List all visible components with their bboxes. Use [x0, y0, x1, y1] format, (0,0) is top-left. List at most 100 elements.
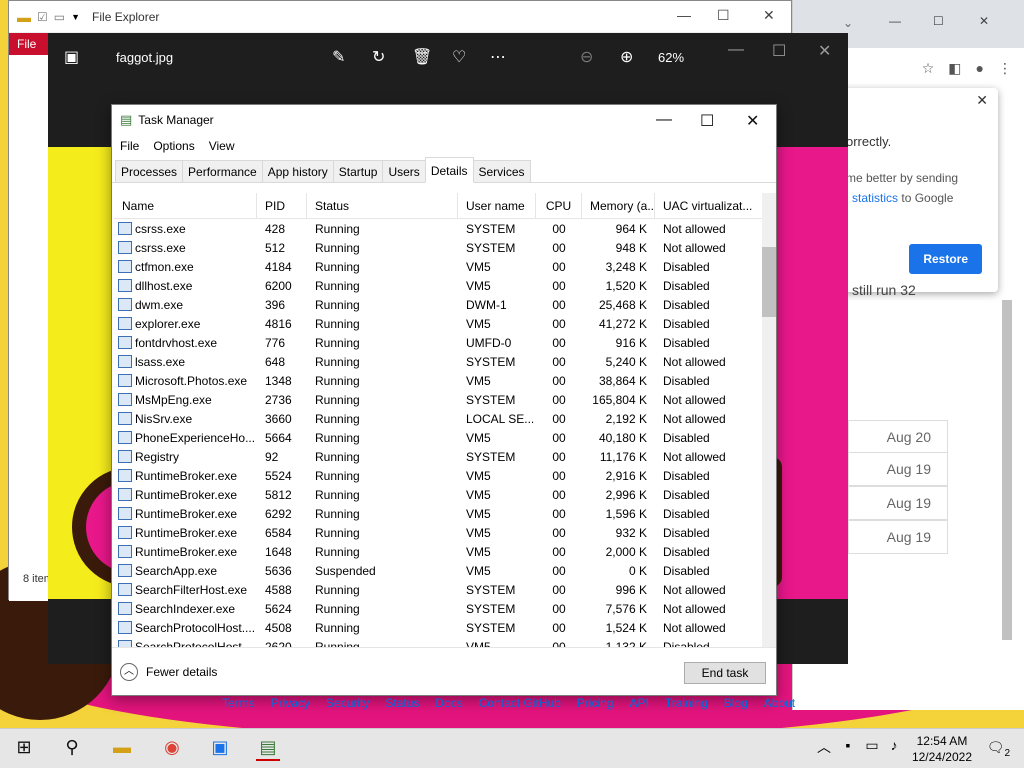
- table-row[interactable]: NisSrv.exe 3660 Running LOCAL SE... 00 2,192 …: [114, 409, 762, 428]
- menu-view[interactable]: View: [209, 139, 235, 153]
- more-icon[interactable]: ⋯: [490, 47, 506, 67]
- rotate-icon[interactable]: ↻: [372, 47, 385, 67]
- tab-startup[interactable]: Startup: [332, 160, 384, 182]
- footer-link[interactable]: Contact GitHub: [479, 696, 561, 710]
- bookmark-star-icon[interactable]: ☆: [922, 60, 935, 77]
- footer-link[interactable]: About: [764, 696, 795, 710]
- profile-icon[interactable]: ●: [976, 60, 984, 76]
- heart-icon[interactable]: ♡: [452, 47, 466, 67]
- table-row[interactable]: csrss.exe 428 Running SYSTEM 00 964 K Not allo…: [114, 219, 762, 238]
- column-header-uac[interactable]: UAC virtualizat...: [655, 193, 762, 219]
- footer-link[interactable]: Training: [665, 696, 708, 710]
- chevron-up-icon[interactable]: ︿: [120, 662, 138, 681]
- column-header-name[interactable]: Name: [114, 193, 257, 219]
- fewer-details-link[interactable]: Fewer details: [146, 665, 217, 679]
- table-row[interactable]: csrss.exe 512 Running SYSTEM 00 948 K Not allo…: [114, 238, 762, 257]
- zoom-out-icon[interactable]: ⊖: [580, 47, 593, 67]
- navigation-pane[interactable]: [9, 55, 49, 601]
- tab-details[interactable]: Details: [424, 157, 474, 183]
- minimize-button[interactable]: —: [656, 111, 672, 129]
- column-header-user[interactable]: User name: [458, 193, 536, 219]
- table-row[interactable]: lsass.exe 648 Running SYSTEM 00 5,240 K Not al…: [114, 352, 762, 371]
- restore-button[interactable]: Restore: [909, 244, 982, 274]
- maximize-button[interactable]: ☐: [717, 7, 730, 24]
- new-folder-icon[interactable]: ▭: [54, 10, 65, 24]
- task-manager-icon[interactable]: ▤: [256, 737, 280, 761]
- minimize-button[interactable]: —: [677, 7, 691, 23]
- end-task-button[interactable]: End task: [684, 662, 766, 684]
- footer-link[interactable]: Pricing: [577, 696, 614, 710]
- photos-icon[interactable]: ▣: [208, 737, 232, 761]
- minimize-button[interactable]: —: [889, 14, 901, 28]
- file-explorer-icon[interactable]: ▬: [110, 737, 134, 761]
- clock[interactable]: 12:54 AM 12/24/2022: [912, 733, 972, 765]
- zoom-in-icon[interactable]: ⊕: [620, 47, 633, 67]
- chevron-down-icon[interactable]: ▼: [71, 12, 80, 22]
- table-row[interactable]: RuntimeBroker.exe 6292 Running VM5 00 1,596 K…: [114, 504, 762, 523]
- usb-icon[interactable]: ▪: [836, 737, 860, 761]
- network-icon[interactable]: ▭: [860, 737, 884, 761]
- task-manager-window[interactable]: ▤ Task Manager — ☐ ✕ File Options View P…: [111, 104, 777, 696]
- maximize-button[interactable]: ☐: [700, 111, 714, 131]
- scrollbar-thumb[interactable]: [762, 247, 776, 317]
- table-row[interactable]: Registry 92 Running SYSTEM 00 11,176 K Not all…: [114, 447, 762, 466]
- properties-icon[interactable]: ☑: [37, 10, 48, 24]
- table-row[interactable]: RuntimeBroker.exe 6584 Running VM5 00 932 K Di…: [114, 523, 762, 542]
- gallery-icon[interactable]: ▣: [64, 47, 79, 67]
- search-icon[interactable]: ⚲: [60, 737, 84, 761]
- chrome-icon[interactable]: ◉: [160, 737, 184, 761]
- tab-processes[interactable]: Processes: [115, 160, 184, 182]
- close-button[interactable]: ✕: [979, 14, 989, 28]
- chevron-down-icon[interactable]: ⌄: [843, 16, 853, 30]
- menu-file[interactable]: File: [120, 139, 139, 153]
- table-row[interactable]: SearchIndexer.exe 5624 Running SYSTEM 00 7,57…: [114, 599, 762, 618]
- close-button[interactable]: ✕: [763, 7, 775, 24]
- table-row[interactable]: MsMpEng.exe 2736 Running SYSTEM 00 165,804 K N…: [114, 390, 762, 409]
- column-header-cpu[interactable]: CPU: [536, 193, 582, 219]
- edit-icon[interactable]: ✎: [332, 47, 345, 67]
- scrollbar[interactable]: [1002, 300, 1012, 640]
- table-row[interactable]: RuntimeBroker.exe 5524 Running VM5 00 2,916 K…: [114, 466, 762, 485]
- table-row[interactable]: SearchProtocolHost.... 4508 Running SYSTEM 0…: [114, 618, 762, 637]
- footer-link[interactable]: Privacy: [271, 696, 310, 710]
- menu-options[interactable]: Options: [153, 139, 194, 153]
- footer-link[interactable]: Docs: [435, 696, 462, 710]
- table-row[interactable]: RuntimeBroker.exe 1648 Running VM5 00 2,000 K…: [114, 542, 762, 561]
- table-row[interactable]: SearchApp.exe 5636 Suspended VM5 00 0 K Disabl…: [114, 561, 762, 580]
- statistics-link[interactable]: statistics: [852, 191, 898, 205]
- tab-services[interactable]: Services: [472, 160, 531, 182]
- footer-link[interactable]: Terms: [222, 696, 255, 710]
- minimize-button[interactable]: —: [728, 41, 744, 59]
- footer-link[interactable]: API: [629, 696, 648, 710]
- close-button[interactable]: ✕: [746, 111, 759, 131]
- table-row[interactable]: ctfmon.exe 4184 Running VM5 00 3,248 K Disable…: [114, 257, 762, 276]
- table-row[interactable]: RuntimeBroker.exe 5812 Running VM5 00 2,996 K…: [114, 485, 762, 504]
- table-row[interactable]: dllhost.exe 6200 Running VM5 00 1,520 K Disabl…: [114, 276, 762, 295]
- table-row[interactable]: PhoneExperienceHo... 5664 Running VM5 00 40,1…: [114, 428, 762, 447]
- tab-app-history[interactable]: App history: [261, 160, 334, 182]
- start-windows-icon[interactable]: ⊞: [12, 737, 36, 761]
- tab-users[interactable]: Users: [382, 160, 426, 182]
- footer-link[interactable]: Blog: [724, 696, 748, 710]
- column-header-pid[interactable]: PID: [257, 193, 307, 219]
- close-icon[interactable]: ✕: [976, 92, 988, 109]
- table-row[interactable]: SearchFilterHost.exe 4588 Running SYSTEM 00 9…: [114, 580, 762, 599]
- maximize-button[interactable]: ☐: [933, 14, 944, 28]
- volume-icon[interactable]: ♪: [882, 737, 906, 761]
- column-header-status[interactable]: Status: [307, 193, 458, 219]
- table-row[interactable]: dwm.exe 396 Running DWM-1 00 25,468 K Disabled: [114, 295, 762, 314]
- maximize-button[interactable]: ☐: [772, 41, 786, 61]
- menu-icon[interactable]: ⋮: [998, 60, 1012, 77]
- notification-center-button[interactable]: 🗨2: [987, 739, 1010, 759]
- table-row[interactable]: explorer.exe 4816 Running VM5 00 41,272 K Disa…: [114, 314, 762, 333]
- delete-icon[interactable]: 🗑: [412, 47, 432, 67]
- tab-performance[interactable]: Performance: [182, 160, 263, 182]
- table-row[interactable]: fontdrvhost.exe 776 Running UMFD-0 00 916 K Di…: [114, 333, 762, 352]
- sidebar-icon[interactable]: ◧: [948, 60, 961, 77]
- footer-link[interactable]: Status: [385, 696, 419, 710]
- chevron-up-icon[interactable]: ︿: [812, 737, 836, 761]
- footer-link[interactable]: Security: [326, 696, 369, 710]
- table-row[interactable]: Microsoft.Photos.exe 1348 Running VM5 00 38,8…: [114, 371, 762, 390]
- close-button[interactable]: ✕: [818, 41, 831, 61]
- column-header-memory[interactable]: Memory (a...: [582, 193, 655, 219]
